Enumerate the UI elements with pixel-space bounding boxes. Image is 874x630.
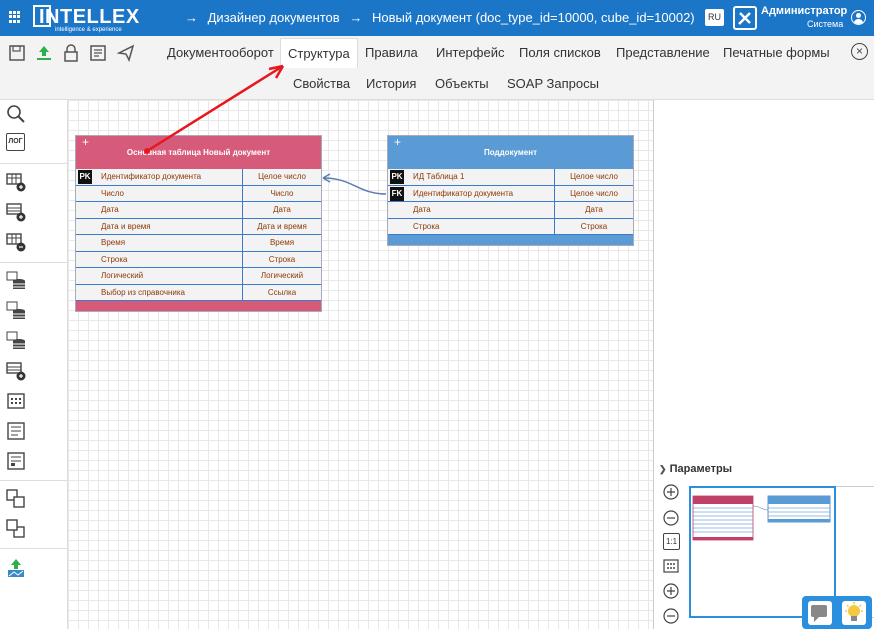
chevron-right-icon: ❯ [659,464,667,474]
grid-icon[interactable] [6,391,26,411]
send-backward-icon[interactable] [6,519,26,539]
publish-icon[interactable] [35,44,53,62]
add-row-icon[interactable] [6,202,26,222]
zoom-out-icon[interactable] [663,608,679,624]
user-name[interactable]: Администратор [761,5,847,17]
relation-connector [322,173,387,195]
add-row-icon[interactable] [6,361,26,381]
zoom-in-icon[interactable] [663,484,679,500]
diagram-canvas[interactable]: + Основная таблица Новый документ PK Иден… [68,100,653,629]
tab-workflow[interactable]: Документооборот [160,38,281,67]
send-icon[interactable] [117,44,135,62]
zoom-out-icon[interactable] [663,510,679,526]
tab-rules[interactable]: Правила [358,38,425,67]
lightbulb-icon[interactable] [842,601,866,625]
tab-history[interactable]: История [359,69,423,98]
search-icon[interactable] [6,104,26,124]
add-table-icon[interactable] [6,172,26,192]
params-label: Параметры [669,463,733,475]
bring-forward-icon[interactable] [6,489,26,509]
tab-view[interactable]: Представление [609,38,717,67]
tab-properties[interactable]: Свойства [286,69,357,98]
language-button[interactable]: RU [705,9,724,26]
database-icon[interactable] [6,271,26,291]
breadcrumb-arrow: → [349,10,363,25]
tools-icon[interactable] [733,6,757,30]
lock-icon[interactable] [62,44,80,62]
chat-icon[interactable] [808,601,832,625]
tab-print-forms[interactable]: Печатные формы [716,38,837,67]
text-list-icon[interactable] [6,421,26,441]
breadcrumb-doc-designer[interactable]: Дизайнер документов [208,10,340,25]
apps-grid-icon[interactable] [9,11,21,23]
top-bar: INTELLEX intelligence & experience → Диз… [0,0,874,36]
right-panel: ❯ Параметры 1:1 [653,100,874,629]
intellex-logo[interactable]: INTELLEX intelligence & experience [33,5,139,33]
save-icon[interactable] [8,44,26,62]
breadcrumb: → Дизайнер документов → Новый документ (… [185,10,701,25]
tab-list-fields[interactable]: Поля списков [512,38,608,67]
tab-objects[interactable]: Объекты [428,69,496,98]
database-icon[interactable] [6,331,26,351]
upload-image-icon[interactable] [6,558,26,578]
user-role: Система [807,19,844,29]
remove-table-icon[interactable] [6,232,26,252]
main-table-footer [76,301,321,311]
params-header[interactable]: ❯ Параметры [659,463,732,475]
help-widget [802,596,872,629]
breadcrumb-new-document: Новый документ (doc_type_id=10000, cube_… [371,10,695,25]
close-icon[interactable]: × [851,43,868,60]
left-sidebar: ЛОГ [0,100,68,629]
form-icon[interactable] [89,44,107,62]
log-button[interactable]: ЛОГ [6,133,25,151]
grid-icon[interactable] [663,558,679,574]
tab-structure[interactable]: Структура [280,38,358,68]
tab-soap-requests[interactable]: SOAP Запросы [500,69,606,98]
tab-interface[interactable]: Интерфейс [429,38,511,67]
breadcrumb-arrow: → [185,10,198,25]
toolbar: Документооборот Структура Правила Интерф… [0,36,874,100]
zoom-reset-button[interactable]: 1:1 [663,533,680,550]
form-card-icon[interactable] [6,451,26,471]
user-avatar-icon[interactable] [851,10,866,25]
zoom-in-icon[interactable] [663,583,679,599]
database-icon[interactable] [6,301,26,321]
